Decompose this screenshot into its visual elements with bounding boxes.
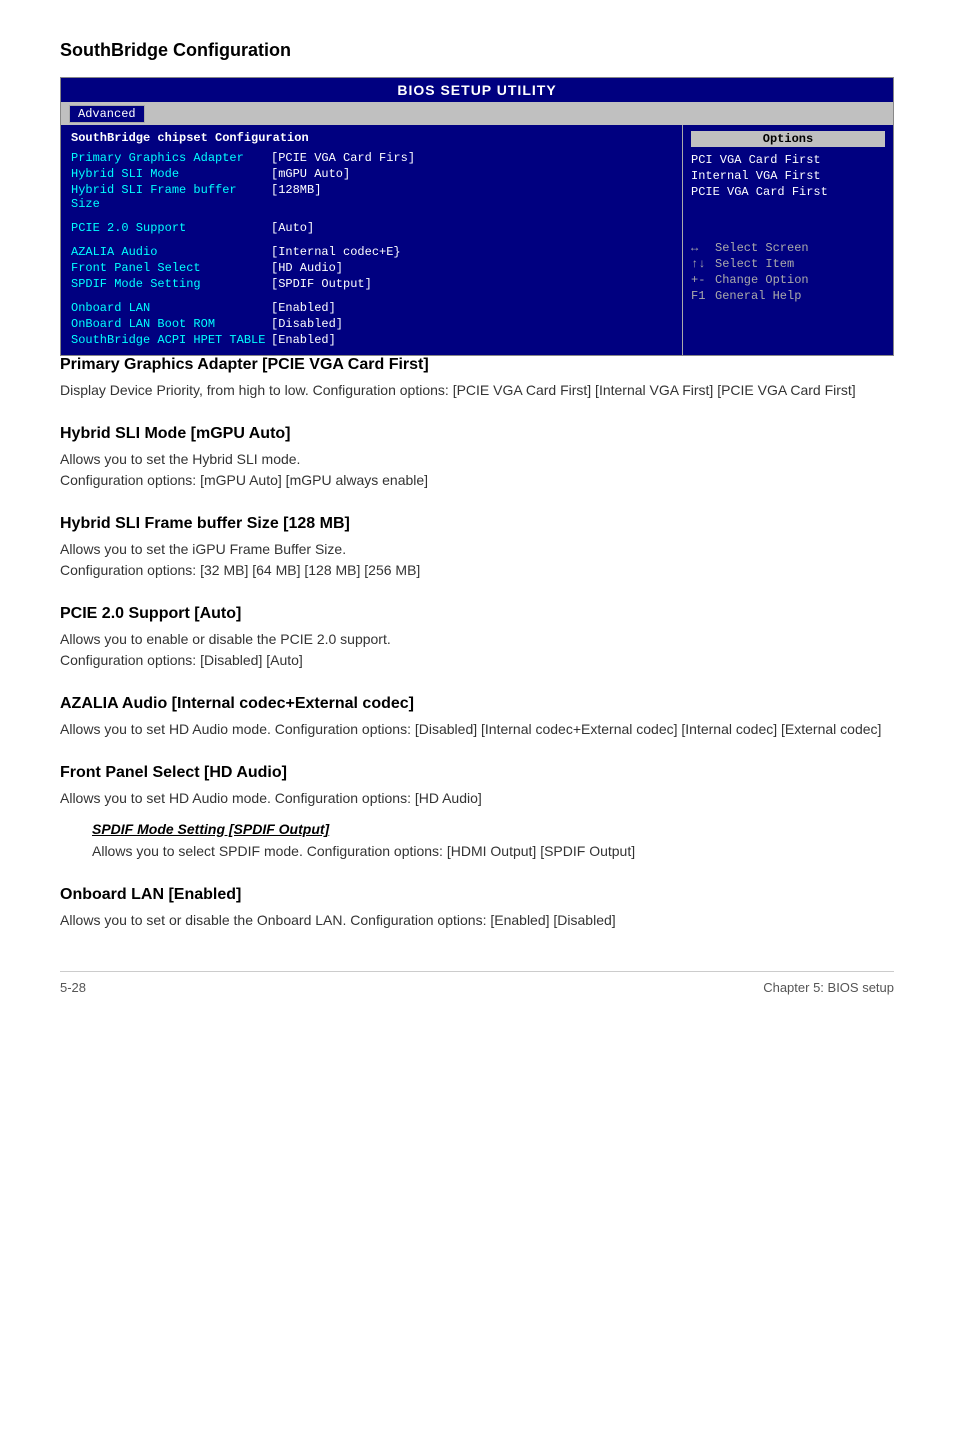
bios-row-primary-graphics: Primary Graphics Adapter [PCIE VGA Card … xyxy=(71,151,672,165)
section-azalia-audio: AZALIA Audio [Internal codec+External co… xyxy=(60,695,894,740)
section-hybrid-sli-mode: Hybrid SLI Mode [mGPU Auto] Allows you t… xyxy=(60,425,894,491)
bios-value-spdif: [SPDIF Output] xyxy=(271,277,372,291)
page-title: SouthBridge Configuration xyxy=(60,40,894,61)
bios-value-front-panel: [HD Audio] xyxy=(271,261,343,275)
bios-value-pcie: [Auto] xyxy=(271,221,314,235)
section-hybrid-sli-frame-heading: Hybrid SLI Frame buffer Size [128 MB] xyxy=(60,515,894,533)
bios-label-onboard-lan: Onboard LAN xyxy=(71,301,271,315)
bios-row-pcie: PCIE 2.0 Support [Auto] xyxy=(71,221,672,235)
section-spdif-heading: SPDIF Mode Setting [SPDIF Output] xyxy=(92,821,894,837)
bios-label-pcie: PCIE 2.0 Support xyxy=(71,221,271,235)
doc-sections: Primary Graphics Adapter [PCIE VGA Card … xyxy=(60,356,894,931)
bios-value-acpi: [Enabled] xyxy=(271,333,336,347)
bios-value-primary: [PCIE VGA Card Firs] xyxy=(271,151,415,165)
bios-row-lan-boot: OnBoard LAN Boot ROM [Disabled] xyxy=(71,317,672,331)
section-onboard-lan: Onboard LAN [Enabled] Allows you to set … xyxy=(60,886,894,931)
bios-label-front-panel: Front Panel Select xyxy=(71,261,271,275)
bios-nav-change-option: +- Change Option xyxy=(691,273,885,287)
bios-desc-select-screen: Select Screen xyxy=(715,241,809,255)
page-footer: 5-28 Chapter 5: BIOS setup xyxy=(60,971,894,995)
bios-label-hybrid-sli: Hybrid SLI Mode xyxy=(71,167,271,181)
bios-key-f1: F1 xyxy=(691,289,715,303)
bios-row-azalia: AZALIA Audio [Internal codec+E} xyxy=(71,245,672,259)
section-front-panel-heading: Front Panel Select [HD Audio] xyxy=(60,764,894,782)
bios-nav-select-screen: ↔ Select Screen xyxy=(691,241,885,255)
section-primary-graphics-heading: Primary Graphics Adapter [PCIE VGA Card … xyxy=(60,356,894,374)
bios-value-frame-buffer: [128MB] xyxy=(271,183,321,211)
section-hybrid-sli-mode-text: Allows you to set the Hybrid SLI mode.Co… xyxy=(60,449,894,491)
bios-main-panel: SouthBridge chipset Configuration Primar… xyxy=(61,125,683,355)
bios-tab-advanced: Advanced xyxy=(69,105,145,123)
bios-value-lan-boot: [Disabled] xyxy=(271,317,343,331)
bios-rows-group4: Onboard LAN [Enabled] OnBoard LAN Boot R… xyxy=(71,301,672,347)
bios-desc-general-help: General Help xyxy=(715,289,801,303)
bios-label-frame-buffer: Hybrid SLI Frame buffer Size xyxy=(71,183,271,211)
bios-row-spdif: SPDIF Mode Setting [SPDIF Output] xyxy=(71,277,672,291)
bios-desc-select-item: Select Item xyxy=(715,257,794,271)
section-primary-graphics-text: Display Device Priority, from high to lo… xyxy=(60,380,894,401)
bios-label-azalia: AZALIA Audio xyxy=(71,245,271,259)
section-pcie-support-text: Allows you to enable or disable the PCIE… xyxy=(60,629,894,671)
bios-option-internal: Internal VGA First xyxy=(691,169,885,183)
bios-row-onboard-lan: Onboard LAN [Enabled] xyxy=(71,301,672,315)
section-spdif-text: Allows you to select SPDIF mode. Configu… xyxy=(92,841,894,862)
bios-options-title: Options xyxy=(691,131,885,147)
section-hybrid-sli-frame: Hybrid SLI Frame buffer Size [128 MB] Al… xyxy=(60,515,894,581)
bios-label-primary: Primary Graphics Adapter xyxy=(71,151,271,165)
section-pcie-support-heading: PCIE 2.0 Support [Auto] xyxy=(60,605,894,623)
bios-label-lan-boot: OnBoard LAN Boot ROM xyxy=(71,317,271,331)
bios-value-hybrid-sli: [mGPU Auto] xyxy=(271,167,350,181)
bios-row-hybrid-sli: Hybrid SLI Mode [mGPU Auto] xyxy=(71,167,672,181)
bios-key-plusminus: +- xyxy=(691,273,715,287)
footer-page-number: 5-28 xyxy=(60,980,86,995)
bios-key-updown: ↑↓ xyxy=(691,257,715,271)
section-spdif-sub: SPDIF Mode Setting [SPDIF Output] Allows… xyxy=(92,821,894,862)
section-hybrid-sli-frame-text: Allows you to set the iGPU Frame Buffer … xyxy=(60,539,894,581)
footer-chapter: Chapter 5: BIOS setup xyxy=(763,980,894,995)
section-onboard-lan-heading: Onboard LAN [Enabled] xyxy=(60,886,894,904)
bios-value-azalia: [Internal codec+E} xyxy=(271,245,401,259)
bios-row-front-panel: Front Panel Select [HD Audio] xyxy=(71,261,672,275)
bios-row-acpi: SouthBridge ACPI HPET TABLE [Enabled] xyxy=(71,333,672,347)
bios-rows-group1: Primary Graphics Adapter [PCIE VGA Card … xyxy=(71,151,672,211)
bios-options-panel: Options PCI VGA Card First Internal VGA … xyxy=(683,125,893,355)
section-azalia-audio-heading: AZALIA Audio [Internal codec+External co… xyxy=(60,695,894,713)
bios-nav: ↔ Select Screen ↑↓ Select Item +- Change… xyxy=(691,241,885,303)
bios-rows-group3: AZALIA Audio [Internal codec+E} Front Pa… xyxy=(71,245,672,291)
section-primary-graphics: Primary Graphics Adapter [PCIE VGA Card … xyxy=(60,356,894,401)
bios-screenshot: BIOS SETUP UTILITY Advanced SouthBridge … xyxy=(60,77,894,356)
bios-nav-general-help: F1 General Help xyxy=(691,289,885,303)
section-front-panel: Front Panel Select [HD Audio] Allows you… xyxy=(60,764,894,862)
bios-label-spdif: SPDIF Mode Setting xyxy=(71,277,271,291)
bios-desc-change-option: Change Option xyxy=(715,273,809,287)
bios-row-frame-buffer: Hybrid SLI Frame buffer Size [128MB] xyxy=(71,183,672,211)
bios-header: BIOS SETUP UTILITY xyxy=(61,78,893,102)
bios-key-arrows: ↔ xyxy=(691,241,715,255)
bios-value-onboard-lan: [Enabled] xyxy=(271,301,336,315)
bios-label-acpi: SouthBridge ACPI HPET TABLE xyxy=(71,333,271,347)
bios-nav-select-item: ↑↓ Select Item xyxy=(691,257,885,271)
section-onboard-lan-text: Allows you to set or disable the Onboard… xyxy=(60,910,894,931)
bios-option-pcie: PCIE VGA Card First xyxy=(691,185,885,199)
section-azalia-audio-text: Allows you to set HD Audio mode. Configu… xyxy=(60,719,894,740)
section-hybrid-sli-mode-heading: Hybrid SLI Mode [mGPU Auto] xyxy=(60,425,894,443)
bios-tab-bar: Advanced xyxy=(61,102,893,125)
bios-option-pci: PCI VGA Card First xyxy=(691,153,885,167)
bios-rows-group2: PCIE 2.0 Support [Auto] xyxy=(71,221,672,235)
section-front-panel-text: Allows you to set HD Audio mode. Configu… xyxy=(60,788,894,809)
section-pcie-support: PCIE 2.0 Support [Auto] Allows you to en… xyxy=(60,605,894,671)
bios-chipset-title: SouthBridge chipset Configuration xyxy=(71,131,672,145)
